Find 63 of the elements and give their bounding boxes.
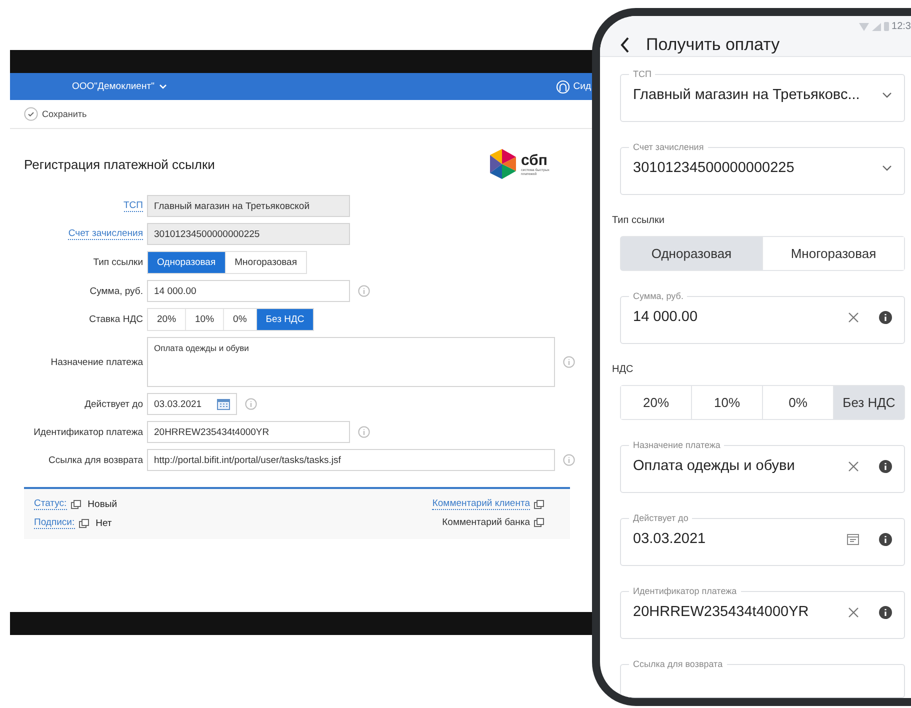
footer-link[interactable]: Комментарий клиента (432, 498, 530, 510)
info-icon[interactable] (879, 606, 892, 618)
battery-icon (884, 22, 889, 32)
segment-option[interactable]: Без НДС (834, 386, 904, 419)
screen-title: Получить оплату (646, 34, 780, 55)
footer-label: Комментарий банка (442, 517, 530, 528)
input-field[interactable]: Назначение платежа Оплата одежды и обуви (620, 440, 905, 493)
input-field[interactable]: 14 000.00 (147, 280, 350, 302)
dropdown-field[interactable]: ТСП Главный магазин на Третьяковс... (620, 69, 905, 122)
field-label: НДС (612, 364, 634, 375)
user-name[interactable]: Сид (573, 81, 591, 92)
input-field[interactable]: http://portal.bifit.int/portal/user/tasks/tasks.jsf (147, 449, 555, 471)
clear-icon[interactable] (848, 460, 859, 472)
footer-link[interactable]: Статус: (34, 498, 67, 510)
organization-menu[interactable]: ООО"Демоклиент" (72, 81, 154, 92)
field-label: Ссылка для возврата (48, 454, 143, 466)
footer-value: Новый (88, 498, 117, 510)
input-field[interactable]: Идентификатор платежа 20HRREW235434t4000YR (620, 586, 905, 639)
sbp-logo-icon (488, 147, 518, 181)
field-label: Действует до (84, 398, 143, 410)
back-icon[interactable] (620, 36, 630, 53)
wifi-icon (858, 22, 869, 31)
calendar-icon[interactable] (217, 398, 230, 410)
page-title: Регистрация платежной ссылки (24, 156, 215, 172)
segment-option[interactable]: Одноразовая (621, 237, 763, 270)
field-label: Тип ссылки (612, 215, 666, 226)
dropdown-field[interactable]: Счет зачисления 30101234500000000225 (620, 142, 905, 195)
signal-icon (872, 22, 881, 31)
user-icon[interactable] (556, 80, 570, 94)
segment-option[interactable]: Одноразовая (148, 252, 226, 273)
input-field[interactable]: 20HRREW235434t4000YR (147, 421, 350, 443)
info-icon[interactable] (879, 310, 892, 324)
clear-icon[interactable] (848, 312, 859, 322)
info-icon[interactable] (879, 460, 892, 472)
segment-option[interactable]: Без НДС (256, 309, 314, 330)
input-field[interactable]: Сумма, руб. 14 000.00 (620, 291, 905, 344)
field-label-link[interactable]: ТСП (124, 200, 143, 212)
field-label: Тип ссылки (93, 257, 143, 268)
input-field[interactable]: Ссылка для возврата (620, 659, 905, 698)
field-label: Назначение платежа (50, 356, 143, 368)
field-label: Сумма, руб. (90, 286, 143, 296)
check-circle-icon (24, 107, 38, 121)
info-icon[interactable] (879, 532, 892, 546)
save-button[interactable]: Сохранить (24, 107, 87, 121)
chevron-down-icon[interactable] (882, 165, 892, 171)
window-icon[interactable] (78, 518, 89, 528)
segment-option[interactable]: 20% (621, 386, 692, 419)
readonly-field: 30101234500000000225 (147, 223, 350, 245)
footer-value: Нет (96, 518, 112, 528)
input-field[interactable]: Действует до 03.03.2021 (620, 513, 905, 566)
calendar-icon[interactable] (847, 533, 859, 545)
date-field[interactable]: 03.03.2021 (147, 393, 237, 415)
readonly-field: Главный магазин на Третьяковской (147, 195, 350, 217)
chevron-down-icon[interactable] (882, 92, 892, 98)
status-time: 12:3 (892, 21, 911, 32)
logo-text: сбп (521, 152, 548, 168)
footer-link[interactable]: Подписи: (34, 517, 75, 529)
window-icon[interactable] (70, 500, 81, 508)
text-area[interactable]: Оплата одежды и обуви (147, 337, 555, 387)
clear-icon[interactable] (848, 606, 859, 618)
field-label-link[interactable]: Счет зачисления (68, 228, 143, 240)
field-label: Идентификатор платежа (34, 426, 143, 438)
field-label: Ставка НДС (89, 314, 143, 325)
